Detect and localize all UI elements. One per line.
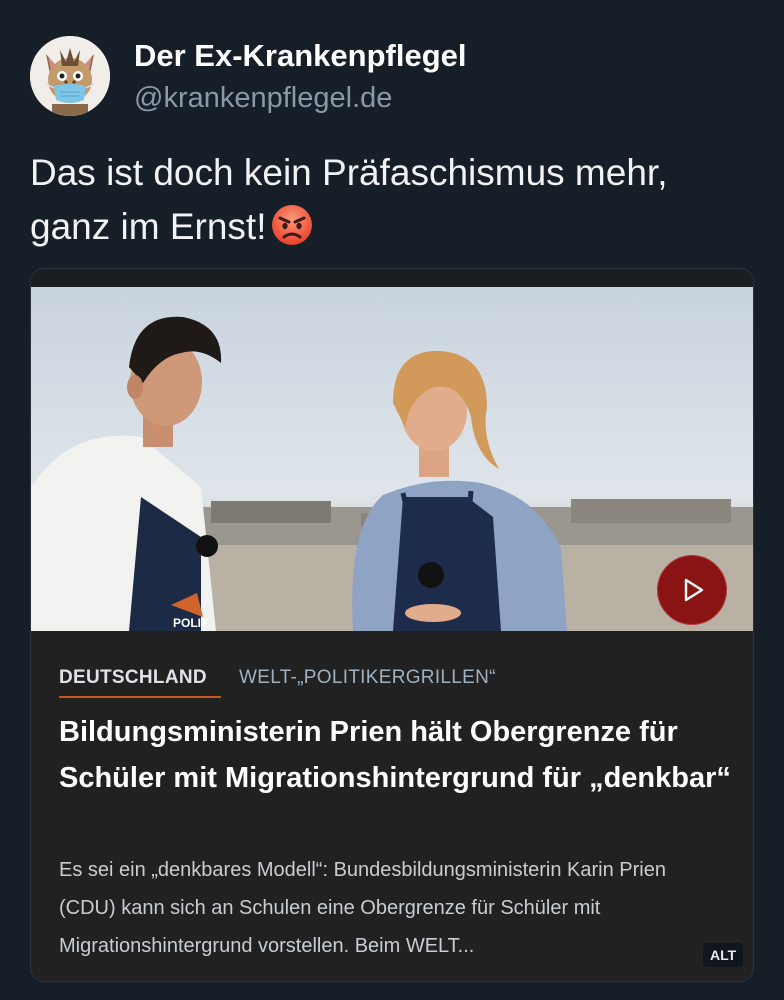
link-preview-card[interactable]: POLIT DEUTSCHLAND WELT-„POLITIKERGRILLEN… (30, 268, 754, 982)
angry-face-emoji-icon (272, 205, 313, 245)
post-text: Das ist doch kein Präfaschismus mehr, ga… (30, 146, 750, 254)
apron-print: POLIT (173, 616, 209, 630)
article-thumbnail[interactable]: POLIT (31, 287, 753, 631)
hyena-mascot-avatar-image (30, 36, 110, 116)
handle[interactable]: @krankenpflegel.de (134, 82, 392, 115)
alt-text-badge[interactable]: ALT (703, 943, 744, 967)
video-play-button[interactable] (657, 555, 727, 625)
display-name[interactable]: Der Ex-Krankenpflegel (134, 38, 467, 74)
section-underline (59, 696, 221, 698)
article-photo: POLIT (31, 287, 753, 631)
post-text-content: Das ist doch kein Präfaschismus mehr, ga… (30, 152, 668, 247)
article-section-label[interactable]: DEUTSCHLAND (59, 667, 207, 689)
article-headline[interactable]: Bildungsministerin Prien hält Obergrenze… (59, 709, 739, 801)
article-subsection-label[interactable]: WELT-„POLITIKERGRILLEN“ (239, 667, 496, 689)
article-teaser: Es sei ein „denkbares Modell“: Bundesbil… (59, 859, 666, 957)
card-top-bar (31, 269, 753, 287)
play-icon (684, 578, 704, 602)
avatar[interactable] (30, 36, 110, 116)
